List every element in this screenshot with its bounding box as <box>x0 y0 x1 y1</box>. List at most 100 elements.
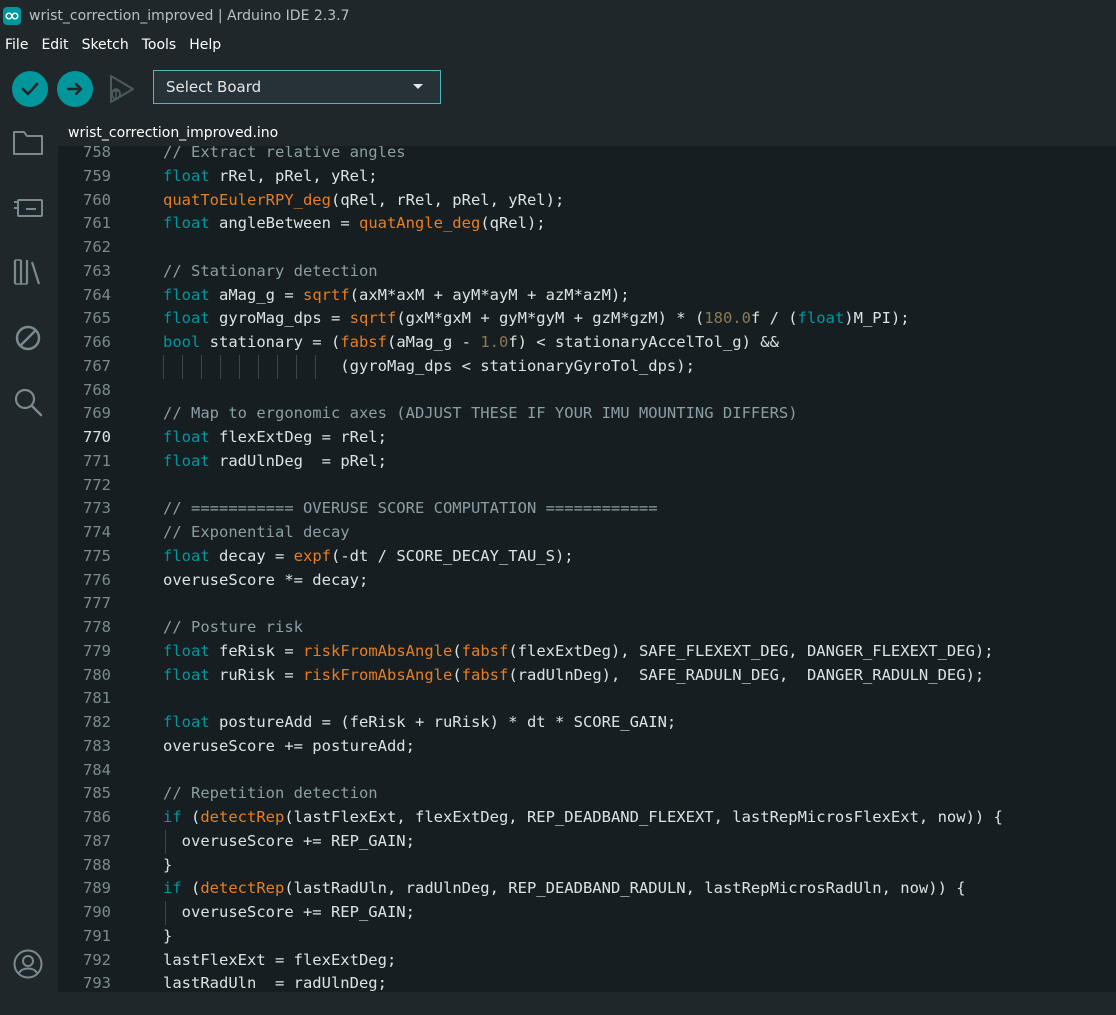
search-icon <box>14 388 43 417</box>
code-line[interactable]: 778 // Posture risk <box>58 616 1116 640</box>
board-select-dropdown[interactable]: Select Board <box>153 70 441 104</box>
line-number: 781 <box>83 689 111 708</box>
code-line[interactable]: 770 float flexExtDeg = rRel; <box>58 426 1116 450</box>
code-line[interactable]: 768 <box>58 379 1116 403</box>
menu-help[interactable]: Help <box>183 32 228 58</box>
indent-guide <box>296 354 297 379</box>
code-token: float <box>163 713 210 731</box>
indent-guide <box>239 354 240 379</box>
code-line[interactable]: 758 // Extract relative angles <box>58 146 1116 165</box>
code-text: lastRadUln = radUlnDeg; <box>163 972 387 992</box>
code-text: float radUlnDeg = pRel; <box>163 450 387 474</box>
code-token: (flexExtDeg), SAFE_FLEXEXT_DEG, DANGER_F… <box>508 641 994 660</box>
line-number: 787 <box>83 831 111 850</box>
code-token: overuseScore *= decay; <box>163 570 369 589</box>
indent-guide <box>277 354 278 379</box>
code-token: // =========== OVERUSE SCORE COMPUTATION… <box>163 499 658 518</box>
code-line[interactable]: 780 float ruRisk = riskFromAbsAngle(fabsf… <box>58 664 1116 688</box>
code-token: 1.0 <box>480 333 509 351</box>
debug-icon <box>110 75 134 103</box>
boards-manager-button[interactable] <box>10 188 46 224</box>
code-token: if <box>163 879 182 898</box>
code-line[interactable]: 774 // Exponential decay <box>58 521 1116 545</box>
code-line[interactable]: 769 // Map to ergonomic axes (ADJUST THES… <box>58 402 1116 426</box>
code-line[interactable]: 784 <box>58 759 1116 783</box>
line-number: 771 <box>83 451 111 470</box>
code-text: quatToEulerRPY_deg(qRel, rRel, pRel, yRe… <box>163 189 564 213</box>
line-number: 775 <box>83 546 111 565</box>
boards-icon <box>14 199 43 217</box>
code-text: float angleBetween = quatAngle_deg(qRel)… <box>163 212 546 236</box>
line-number: 792 <box>83 950 111 969</box>
code-text: float feRisk = riskFromAbsAngle(fabsf(fl… <box>163 640 994 664</box>
code-line[interactable]: 782 float postureAdd = (feRisk + ruRisk) … <box>58 711 1116 735</box>
code-line[interactable]: 786 if (detectRep(lastFlexExt, flexExtDeg… <box>58 806 1116 830</box>
code-line[interactable]: 766 bool stationary = (fabsf(aMag_g - 1.0… <box>58 331 1116 355</box>
code-line[interactable]: 760 quatToEulerRPY_deg(qRel, rRel, pRel, … <box>58 189 1116 213</box>
code-line[interactable]: 792 lastFlexExt = flexExtDeg; <box>58 949 1116 973</box>
title-bar: wrist_correction_improved | Arduino IDE … <box>0 0 1116 32</box>
library-icon <box>13 259 41 285</box>
code-token: angleBetween = <box>209 214 359 233</box>
code-line[interactable]: 791} <box>58 925 1116 949</box>
code-line[interactable]: 775 float decay = expf(-dt / SCORE_DECAY_… <box>58 545 1116 569</box>
code-token: fabsf <box>461 641 509 660</box>
code-token: ( <box>452 665 462 684</box>
code-token: float <box>797 309 845 328</box>
library-manager-button[interactable] <box>10 254 46 290</box>
code-line[interactable]: 761 float angleBetween = quatAngle_deg(qR… <box>58 212 1116 236</box>
code-text: float decay = expf(-dt / SCORE_DECAY_TAU… <box>163 545 574 569</box>
code-line[interactable]: 785 // Repetition detection <box>58 782 1116 806</box>
code-text: // Extract relative angles <box>163 146 406 165</box>
search-button[interactable] <box>10 384 46 420</box>
code-text: bool stationary = (fabsf(aMag_g - 1.0f) … <box>163 331 779 355</box>
code-line[interactable]: 765 float gyroMag_dps = sqrtf(gxM*gxM + g… <box>58 307 1116 331</box>
upload-button[interactable] <box>57 71 93 107</box>
verify-button[interactable] <box>12 71 48 107</box>
code-line[interactable]: 783 overuseScore += postureAdd; <box>58 735 1116 759</box>
board-select-label: Select Board <box>166 78 262 96</box>
code-line[interactable]: 790 overuseScore += REP_GAIN; <box>58 901 1116 925</box>
menu-bar: File Edit Sketch Tools Help <box>0 32 1116 58</box>
line-number: 786 <box>83 808 111 826</box>
code-line[interactable]: 767 (gyroMag_dps < stationaryGyroTol_dps… <box>58 354 1116 379</box>
code-token: overuseScore += postureAdd; <box>163 736 415 755</box>
code-token: ( <box>452 641 462 660</box>
code-line[interactable]: 773 // =========== OVERUSE SCORE COMPUTAT… <box>58 497 1116 521</box>
code-line[interactable]: 787 overuseScore += REP_GAIN; <box>58 829 1116 854</box>
code-text: float gyroMag_dps = sqrtf(gxM*gxM + gyM*… <box>163 307 910 331</box>
line-number: 758 <box>83 146 111 161</box>
tab-sketch-file[interactable]: wrist_correction_improved.ino <box>58 120 289 147</box>
menu-edit[interactable]: Edit <box>35 32 75 58</box>
code-line[interactable]: 776 overuseScore *= decay; <box>58 569 1116 593</box>
code-line[interactable]: 762 <box>58 236 1116 260</box>
code-line[interactable]: 777 <box>58 592 1116 616</box>
menu-tools[interactable]: Tools <box>136 32 184 58</box>
code-line[interactable]: 788} <box>58 854 1116 878</box>
account-button[interactable] <box>10 946 46 982</box>
code-text: // Map to ergonomic axes (ADJUST THESE I… <box>163 402 798 426</box>
code-line[interactable]: 763 // Stationary detection <box>58 260 1116 284</box>
debug-panel-button[interactable] <box>10 320 46 356</box>
sketchbook-button[interactable] <box>10 124 46 160</box>
code-line[interactable]: 764 float aMag_g = sqrtf(axM*axM + ayM*ay… <box>58 284 1116 308</box>
code-token: float <box>163 166 210 185</box>
menu-sketch[interactable]: Sketch <box>76 32 136 58</box>
menu-file[interactable]: File <box>0 32 35 58</box>
code-line[interactable]: 772 <box>58 474 1116 498</box>
code-line[interactable]: 771 float radUlnDeg = pRel; <box>58 450 1116 474</box>
line-number: 765 <box>83 309 111 328</box>
line-number: 790 <box>83 903 111 921</box>
code-line[interactable]: 781 <box>58 687 1116 711</box>
code-line[interactable]: 793 lastRadUln = radUlnDeg; <box>58 972 1116 992</box>
code-line[interactable]: 759 float rRel, pRel, yRel; <box>58 165 1116 189</box>
code-text: // Posture risk <box>163 616 303 640</box>
line-number: 760 <box>83 190 111 209</box>
code-editor[interactable]: 758 // Extract relative angles 759 float rR… <box>58 146 1116 992</box>
indent-guide <box>163 354 164 379</box>
debug-button[interactable] <box>102 71 138 107</box>
code-token: } <box>163 926 173 945</box>
code-line[interactable]: 779 float feRisk = riskFromAbsAngle(fabsf… <box>58 640 1116 664</box>
code-line[interactable]: 789 if (detectRep(lastRadUln, radUlnDeg, … <box>58 877 1116 901</box>
code-token: f) < stationaryAccelTol_g) && <box>508 333 779 351</box>
